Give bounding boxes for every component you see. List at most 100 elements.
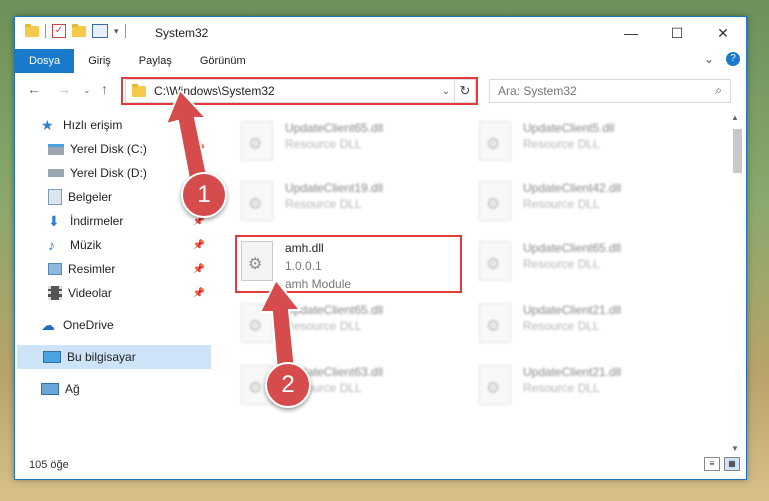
file-name: UpdateClient19.dll: [285, 181, 384, 195]
sidebar-item-label: Yerel Disk (C:): [70, 142, 147, 156]
recent-locations-icon[interactable]: ⌄: [83, 85, 91, 96]
tab-share[interactable]: Paylaş: [125, 49, 186, 73]
file-item[interactable]: UpdateClient19.dll Resource DLL: [235, 175, 465, 231]
dll-file-icon: [479, 303, 511, 343]
file-name: UpdateClient21.dll: [523, 303, 622, 317]
folder-icon: [25, 23, 39, 37]
view-toggle: ≡ ▦: [704, 457, 740, 471]
ribbon-tabs: Dosya Giriş Paylaş Görünüm: [15, 49, 746, 73]
back-arrow-icon[interactable]: ←: [27, 81, 41, 97]
forward-arrow-icon[interactable]: →: [57, 81, 71, 97]
dll-file-icon: [479, 181, 511, 221]
sidebar-item-network[interactable]: Ağ: [15, 377, 211, 401]
tab-file[interactable]: Dosya: [15, 49, 75, 73]
maximize-button[interactable]: ☐: [654, 17, 700, 49]
quick-access-toolbar: ✓ ▾: [25, 23, 126, 38]
file-name: UpdateClient21.dll: [523, 365, 622, 379]
file-type: Resource DLL: [523, 381, 600, 395]
music-icon: ♪: [48, 237, 55, 253]
file-item[interactable]: UpdateClient21.dll Resource DLL: [473, 359, 703, 415]
pin-icon[interactable]: 📌: [193, 288, 205, 299]
sidebar-item-label: Ağ: [65, 382, 80, 396]
sidebar-item-label: Hızlı erişim: [63, 118, 123, 132]
pictures-icon: [48, 263, 62, 275]
sidebar-item-label: İndirmeler: [70, 214, 124, 228]
sidebar-item-label: Belgeler: [68, 190, 113, 204]
help-icon[interactable]: ?: [726, 52, 740, 66]
dll-file-icon: [479, 121, 511, 161]
pin-icon[interactable]: 📌: [193, 240, 205, 251]
tab-home[interactable]: Giriş: [74, 49, 125, 73]
network-icon: [41, 383, 59, 395]
status-item-count: 105 öğe: [29, 459, 69, 471]
file-type: Resource DLL: [523, 197, 600, 211]
scroll-down-icon[interactable]: ▼: [731, 444, 739, 453]
toolbar-dropdown-icon[interactable]: ▾: [114, 26, 119, 37]
file-type: Resource DLL: [523, 319, 600, 333]
file-item[interactable]: UpdateClient5.dll Resource DLL: [473, 115, 703, 171]
tab-view[interactable]: Görünüm: [186, 49, 260, 73]
sidebar-item-downloads[interactable]: ⬇ İndirmeler 📌: [15, 209, 211, 233]
dll-file-icon: [241, 181, 273, 221]
details-view-icon[interactable]: ≡: [704, 457, 720, 471]
dll-file-icon: [241, 121, 273, 161]
new-folder-icon[interactable]: [72, 23, 86, 37]
expand-ribbon-icon[interactable]: ⌄: [704, 52, 714, 66]
documents-icon: [48, 189, 62, 205]
cloud-icon: ☁: [41, 317, 55, 333]
search-box[interactable]: ⌕: [489, 79, 731, 103]
download-icon: ⬇: [48, 213, 60, 229]
file-name: UpdateClient5.dll: [523, 121, 615, 135]
search-input[interactable]: [490, 80, 700, 102]
dll-file-icon: [479, 365, 511, 405]
sidebar-item-label: Resimler: [68, 262, 116, 276]
minimize-button[interactable]: —: [608, 17, 654, 49]
title-bar: ✓ ▾ System32 — ☐ ✕: [15, 17, 746, 49]
navigation-bar: ← → ⌄ ↑ C:\Windows\System32 ⌄ ↻ ⌕: [15, 75, 746, 105]
drive-icon: [48, 143, 64, 155]
sidebar-item-onedrive[interactable]: ☁ OneDrive: [15, 313, 211, 337]
ribbon-right-controls: ⌄ ?: [704, 52, 740, 66]
sidebar-item-videos[interactable]: Videolar 📌: [15, 281, 211, 305]
sidebar-item-this-pc[interactable]: Bu bilgisayar: [17, 345, 211, 369]
file-item[interactable]: UpdateClient21.dll Resource DLL: [473, 297, 703, 353]
file-explorer-window: ✓ ▾ System32 — ☐ ✕ Dosya Giriş Paylaş Gö…: [14, 16, 747, 480]
close-button[interactable]: ✕: [700, 17, 746, 49]
sidebar-item-music[interactable]: ♪ Müzik 📌: [15, 233, 211, 257]
sidebar-item-label: Müzik: [70, 238, 102, 252]
video-icon: [48, 286, 62, 300]
large-icons-view-icon[interactable]: ▦: [724, 457, 740, 471]
file-name: UpdateClient42.dll: [523, 181, 622, 195]
customize-toolbar-icon[interactable]: [92, 24, 108, 38]
scrollbar-thumb[interactable]: [733, 129, 742, 173]
file-item[interactable]: UpdateClient42.dll Resource DLL: [473, 175, 703, 231]
up-arrow-icon[interactable]: ↑: [101, 81, 108, 97]
divider: [45, 24, 46, 38]
file-name: UpdateClient65.dll: [285, 121, 384, 135]
sidebar-item-label: OneDrive: [63, 318, 114, 332]
sidebar-item-pictures[interactable]: Resimler 📌: [15, 257, 211, 281]
drive-icon: [48, 169, 64, 177]
sidebar-item-label: Videolar: [68, 286, 112, 300]
vertical-scrollbar[interactable]: ▲ ▼: [730, 111, 744, 455]
properties-check-icon[interactable]: ✓: [52, 24, 66, 38]
file-type: Resource DLL: [523, 137, 600, 151]
annotation-badge-2: 2: [265, 362, 311, 408]
scroll-up-icon[interactable]: ▲: [731, 113, 739, 122]
divider: [124, 24, 126, 38]
file-type: Resource DLL: [285, 137, 362, 151]
sidebar-item-label: Bu bilgisayar: [67, 350, 136, 364]
pin-icon[interactable]: 📌: [193, 264, 205, 275]
file-type: Resource DLL: [285, 197, 362, 211]
window-title: System32: [155, 26, 209, 40]
computer-icon: [43, 351, 61, 363]
annotation-badge-1: 1: [181, 172, 227, 218]
star-icon: ★: [41, 117, 54, 133]
file-type: Resource DLL: [523, 257, 600, 271]
window-controls: — ☐ ✕: [608, 17, 746, 49]
sidebar-item-label: Yerel Disk (D:): [70, 166, 147, 180]
search-icon[interactable]: ⌕: [715, 83, 722, 98]
file-item[interactable]: UpdateClient65.dll Resource DLL: [473, 235, 703, 291]
file-name: UpdateClient65.dll: [523, 241, 622, 255]
file-item[interactable]: UpdateClient65.dll Resource DLL: [235, 115, 465, 171]
